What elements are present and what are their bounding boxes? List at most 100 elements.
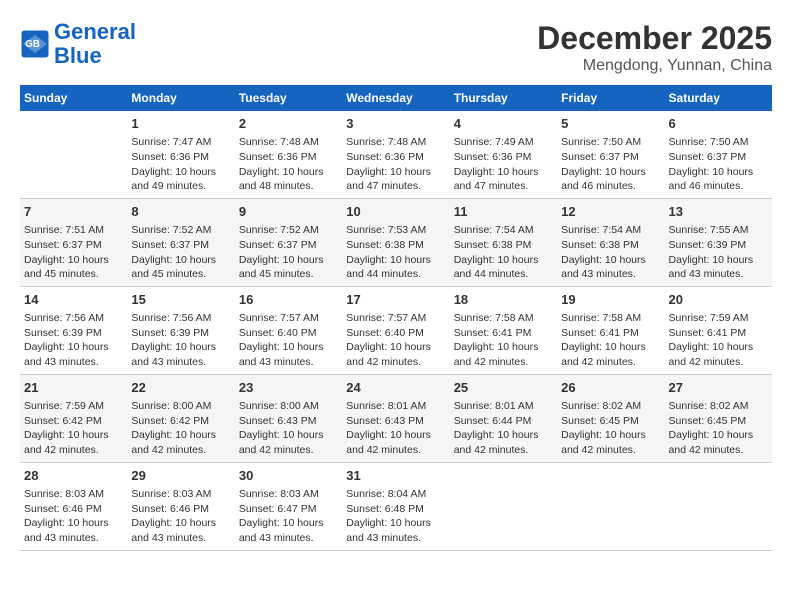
day-info: Sunrise: 7:53 AM Sunset: 6:38 PM Dayligh… [346,223,445,282]
day-info: Sunrise: 8:01 AM Sunset: 6:43 PM Dayligh… [346,399,445,458]
day-cell: 24 Sunrise: 8:01 AM Sunset: 6:43 PM Dayli… [342,374,449,462]
svg-text:GB: GB [25,39,40,50]
day-cell: 21 Sunrise: 7:59 AM Sunset: 6:42 PM Dayli… [20,374,127,462]
day-cell: 13 Sunrise: 7:55 AM Sunset: 6:39 PM Dayli… [665,198,772,286]
day-number: 29 [131,467,230,485]
day-number: 11 [454,203,553,221]
day-number: 30 [239,467,338,485]
day-info: Sunrise: 7:59 AM Sunset: 6:41 PM Dayligh… [669,311,768,370]
day-info: Sunrise: 7:51 AM Sunset: 6:37 PM Dayligh… [24,223,123,282]
day-info: Sunrise: 7:49 AM Sunset: 6:36 PM Dayligh… [454,135,553,194]
day-cell [20,111,127,198]
day-cell: 2 Sunrise: 7:48 AM Sunset: 6:36 PM Daylig… [235,111,342,198]
day-info: Sunrise: 7:48 AM Sunset: 6:36 PM Dayligh… [239,135,338,194]
day-cell: 26 Sunrise: 8:02 AM Sunset: 6:45 PM Dayli… [557,374,664,462]
day-cell [450,462,557,550]
day-cell: 4 Sunrise: 7:49 AM Sunset: 6:36 PM Daylig… [450,111,557,198]
day-number: 14 [24,291,123,309]
day-number: 20 [669,291,768,309]
day-number: 21 [24,379,123,397]
day-cell: 12Sunrise: 7:54 AM Sunset: 6:38 PM Dayli… [557,198,664,286]
day-number: 17 [346,291,445,309]
day-info: Sunrise: 8:01 AM Sunset: 6:44 PM Dayligh… [454,399,553,458]
day-info: Sunrise: 8:03 AM Sunset: 6:46 PM Dayligh… [131,487,230,546]
month-title: December 2025 [537,20,772,57]
header-cell-friday: Friday [557,85,664,111]
day-number: 31 [346,467,445,485]
day-number: 22 [131,379,230,397]
day-number: 1 [131,115,230,133]
day-cell: 1 Sunrise: 7:47 AM Sunset: 6:36 PM Daylig… [127,111,234,198]
day-info: Sunrise: 7:57 AM Sunset: 6:40 PM Dayligh… [346,311,445,370]
calendar-table: SundayMondayTuesdayWednesdayThursdayFrid… [20,85,772,551]
day-info: Sunrise: 7:56 AM Sunset: 6:39 PM Dayligh… [24,311,123,370]
day-info: Sunrise: 8:04 AM Sunset: 6:48 PM Dayligh… [346,487,445,546]
day-cell: 11 Sunrise: 7:54 AM Sunset: 6:38 PM Dayli… [450,198,557,286]
day-number: 13 [669,203,768,221]
day-cell: 20 Sunrise: 7:59 AM Sunset: 6:41 PM Dayli… [665,286,772,374]
day-number: 25 [454,379,553,397]
logo-icon: GB [20,29,50,59]
day-info: Sunrise: 8:03 AM Sunset: 6:46 PM Dayligh… [24,487,123,546]
day-info: Sunrise: 7:52 AM Sunset: 6:37 PM Dayligh… [239,223,338,282]
day-cell: 28 Sunrise: 8:03 AM Sunset: 6:46 PM Dayli… [20,462,127,550]
day-info: Sunrise: 8:03 AM Sunset: 6:47 PM Dayligh… [239,487,338,546]
day-number: 18 [454,291,553,309]
day-number: 10 [346,203,445,221]
day-number: 6 [669,115,768,133]
location-title: Mengdong, Yunnan, China [537,57,772,75]
page-header: GB General Blue December 2025 Mengdong, … [20,20,772,75]
logo: GB General Blue [20,20,136,68]
day-info: Sunrise: 8:02 AM Sunset: 6:45 PM Dayligh… [561,399,660,458]
week-row-2: 7 Sunrise: 7:51 AM Sunset: 6:37 PM Daylig… [20,198,772,286]
day-number: 5 [561,115,660,133]
day-info: Sunrise: 7:54 AM Sunset: 6:38 PM Dayligh… [454,223,553,282]
header-cell-thursday: Thursday [450,85,557,111]
day-cell [557,462,664,550]
calendar-body: 1 Sunrise: 7:47 AM Sunset: 6:36 PM Daylig… [20,111,772,550]
header-cell-wednesday: Wednesday [342,85,449,111]
day-info: Sunrise: 7:58 AM Sunset: 6:41 PM Dayligh… [454,311,553,370]
day-cell: 19 Sunrise: 7:58 AM Sunset: 6:41 PM Dayli… [557,286,664,374]
day-cell: 5 Sunrise: 7:50 AM Sunset: 6:37 PM Daylig… [557,111,664,198]
day-cell: 8Sunrise: 7:52 AM Sunset: 6:37 PM Daylig… [127,198,234,286]
title-block: December 2025 Mengdong, Yunnan, China [537,20,772,75]
day-cell: 18 Sunrise: 7:58 AM Sunset: 6:41 PM Dayli… [450,286,557,374]
day-cell: 29 Sunrise: 8:03 AM Sunset: 6:46 PM Dayli… [127,462,234,550]
day-cell: 3Sunrise: 7:48 AM Sunset: 6:36 PM Daylig… [342,111,449,198]
week-row-1: 1 Sunrise: 7:47 AM Sunset: 6:36 PM Daylig… [20,111,772,198]
day-number: 16 [239,291,338,309]
day-number: 24 [346,379,445,397]
day-cell: 16 Sunrise: 7:57 AM Sunset: 6:40 PM Dayli… [235,286,342,374]
day-number: 23 [239,379,338,397]
day-cell [665,462,772,550]
day-cell: 22Sunrise: 8:00 AM Sunset: 6:42 PM Dayli… [127,374,234,462]
day-info: Sunrise: 8:02 AM Sunset: 6:45 PM Dayligh… [669,399,768,458]
day-info: Sunrise: 7:57 AM Sunset: 6:40 PM Dayligh… [239,311,338,370]
day-info: Sunrise: 7:59 AM Sunset: 6:42 PM Dayligh… [24,399,123,458]
day-cell: 7 Sunrise: 7:51 AM Sunset: 6:37 PM Daylig… [20,198,127,286]
day-info: Sunrise: 7:55 AM Sunset: 6:39 PM Dayligh… [669,223,768,282]
day-info: Sunrise: 8:00 AM Sunset: 6:43 PM Dayligh… [239,399,338,458]
day-number: 26 [561,379,660,397]
day-cell: 27Sunrise: 8:02 AM Sunset: 6:45 PM Dayli… [665,374,772,462]
day-cell: 9Sunrise: 7:52 AM Sunset: 6:37 PM Daylig… [235,198,342,286]
week-row-3: 14 Sunrise: 7:56 AM Sunset: 6:39 PM Dayli… [20,286,772,374]
header-cell-saturday: Saturday [665,85,772,111]
header-row: SundayMondayTuesdayWednesdayThursdayFrid… [20,85,772,111]
day-cell: 6Sunrise: 7:50 AM Sunset: 6:37 PM Daylig… [665,111,772,198]
day-info: Sunrise: 7:56 AM Sunset: 6:39 PM Dayligh… [131,311,230,370]
calendar-header: SundayMondayTuesdayWednesdayThursdayFrid… [20,85,772,111]
day-number: 28 [24,467,123,485]
day-number: 19 [561,291,660,309]
day-number: 2 [239,115,338,133]
day-info: Sunrise: 7:58 AM Sunset: 6:41 PM Dayligh… [561,311,660,370]
day-info: Sunrise: 7:47 AM Sunset: 6:36 PM Dayligh… [131,135,230,194]
day-info: Sunrise: 7:50 AM Sunset: 6:37 PM Dayligh… [561,135,660,194]
day-number: 7 [24,203,123,221]
header-cell-sunday: Sunday [20,85,127,111]
day-cell: 23 Sunrise: 8:00 AM Sunset: 6:43 PM Dayli… [235,374,342,462]
day-cell: 30 Sunrise: 8:03 AM Sunset: 6:47 PM Dayli… [235,462,342,550]
day-number: 4 [454,115,553,133]
day-cell: 15Sunrise: 7:56 AM Sunset: 6:39 PM Dayli… [127,286,234,374]
